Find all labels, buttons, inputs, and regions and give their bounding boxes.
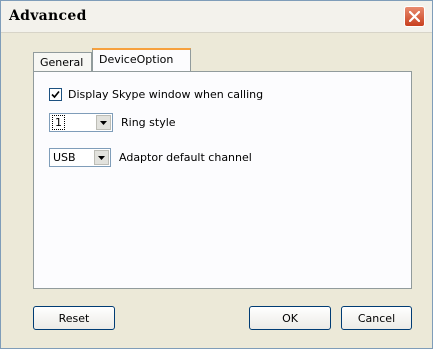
- adaptor-channel-value: USB: [53, 151, 76, 164]
- ring-style-label: Ring style: [121, 116, 176, 129]
- window-title: Advanced: [9, 8, 87, 24]
- tab-general-label: General: [40, 56, 84, 69]
- checkmark-icon: [51, 90, 60, 99]
- chevron-down-icon: [100, 120, 107, 125]
- deviceoption-panel: [33, 71, 412, 289]
- tab-deviceoption[interactable]: DeviceOption: [92, 48, 191, 71]
- chevron-down-icon: [98, 155, 105, 160]
- display-skype-label: Display Skype window when calling: [68, 88, 264, 101]
- ring-style-value: 1: [52, 115, 65, 130]
- adaptor-channel-dropdown-button[interactable]: [94, 150, 109, 165]
- ok-button[interactable]: OK: [249, 306, 331, 330]
- ring-style-row: 1 Ring style: [49, 113, 176, 132]
- close-icon: [409, 11, 420, 22]
- tab-deviceoption-label: DeviceOption: [99, 53, 174, 66]
- display-skype-row: Display Skype window when calling: [49, 88, 263, 101]
- ring-style-dropdown-button[interactable]: [96, 115, 111, 130]
- tab-general[interactable]: General: [33, 52, 92, 71]
- title-bar[interactable]: Advanced: [1, 1, 432, 33]
- cancel-button[interactable]: Cancel: [341, 306, 412, 330]
- adaptor-channel-label: Adaptor default channel: [119, 151, 252, 164]
- advanced-dialog: Advanced General DeviceOption Display Sk…: [0, 0, 433, 349]
- adaptor-channel-select[interactable]: USB: [49, 148, 111, 167]
- display-skype-checkbox[interactable]: [49, 88, 62, 101]
- close-button[interactable]: [404, 6, 425, 27]
- ring-style-select[interactable]: 1: [49, 113, 113, 132]
- reset-button[interactable]: Reset: [33, 306, 115, 330]
- adaptor-channel-row: USB Adaptor default channel: [49, 148, 252, 167]
